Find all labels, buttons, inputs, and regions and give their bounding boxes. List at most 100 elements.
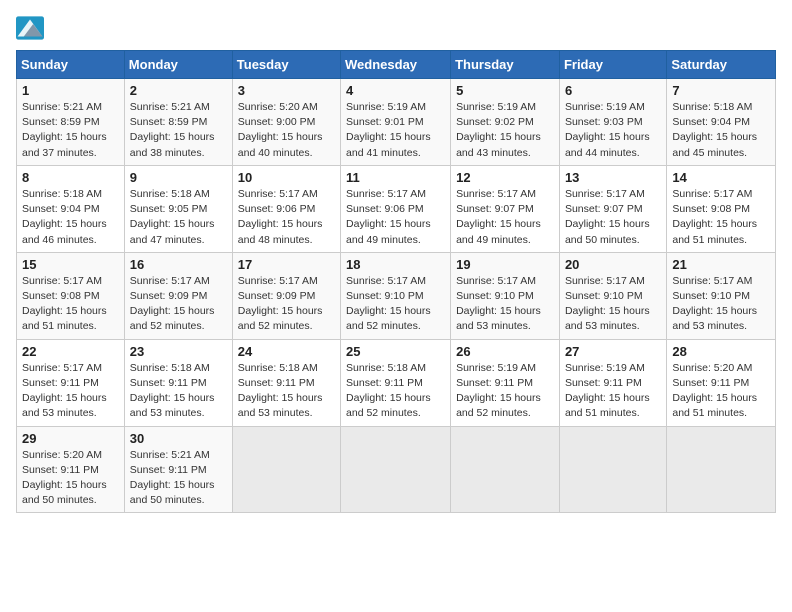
day-detail: Sunrise: 5:17 AMSunset: 9:07 PMDaylight:… xyxy=(456,188,541,246)
calendar-cell: 10 Sunrise: 5:17 AMSunset: 9:06 PMDaylig… xyxy=(232,165,340,252)
day-detail: Sunrise: 5:21 AMSunset: 9:11 PMDaylight:… xyxy=(130,449,215,507)
day-detail: Sunrise: 5:17 AMSunset: 9:06 PMDaylight:… xyxy=(346,188,431,246)
day-detail: Sunrise: 5:17 AMSunset: 9:08 PMDaylight:… xyxy=(672,188,757,246)
day-detail: Sunrise: 5:19 AMSunset: 9:01 PMDaylight:… xyxy=(346,101,431,159)
day-detail: Sunrise: 5:18 AMSunset: 9:04 PMDaylight:… xyxy=(22,188,107,246)
calendar-cell: 29 Sunrise: 5:20 AMSunset: 9:11 PMDaylig… xyxy=(17,426,125,513)
day-number: 10 xyxy=(238,170,335,185)
day-number: 25 xyxy=(346,344,445,359)
day-detail: Sunrise: 5:19 AMSunset: 9:11 PMDaylight:… xyxy=(456,362,541,420)
day-number: 21 xyxy=(672,257,770,272)
calendar-cell: 3 Sunrise: 5:20 AMSunset: 9:00 PMDayligh… xyxy=(232,79,340,166)
day-number: 18 xyxy=(346,257,445,272)
day-detail: Sunrise: 5:17 AMSunset: 9:10 PMDaylight:… xyxy=(565,275,650,333)
weekday-header-wednesday: Wednesday xyxy=(341,51,451,79)
day-detail: Sunrise: 5:19 AMSunset: 9:11 PMDaylight:… xyxy=(565,362,650,420)
weekday-header-thursday: Thursday xyxy=(451,51,560,79)
weekday-header-sunday: Sunday xyxy=(17,51,125,79)
logo-icon xyxy=(16,16,44,40)
day-number: 9 xyxy=(130,170,227,185)
calendar-cell: 25 Sunrise: 5:18 AMSunset: 9:11 PMDaylig… xyxy=(341,339,451,426)
calendar-cell: 20 Sunrise: 5:17 AMSunset: 9:10 PMDaylig… xyxy=(559,252,666,339)
day-number: 12 xyxy=(456,170,554,185)
day-detail: Sunrise: 5:18 AMSunset: 9:11 PMDaylight:… xyxy=(130,362,215,420)
calendar-cell: 30 Sunrise: 5:21 AMSunset: 9:11 PMDaylig… xyxy=(124,426,232,513)
day-detail: Sunrise: 5:18 AMSunset: 9:11 PMDaylight:… xyxy=(346,362,431,420)
day-number: 13 xyxy=(565,170,661,185)
calendar-cell xyxy=(451,426,560,513)
weekday-header-saturday: Saturday xyxy=(667,51,776,79)
day-detail: Sunrise: 5:17 AMSunset: 9:09 PMDaylight:… xyxy=(130,275,215,333)
day-number: 24 xyxy=(238,344,335,359)
day-number: 16 xyxy=(130,257,227,272)
calendar-cell: 12 Sunrise: 5:17 AMSunset: 9:07 PMDaylig… xyxy=(451,165,560,252)
day-detail: Sunrise: 5:19 AMSunset: 9:03 PMDaylight:… xyxy=(565,101,650,159)
day-number: 28 xyxy=(672,344,770,359)
calendar-cell: 4 Sunrise: 5:19 AMSunset: 9:01 PMDayligh… xyxy=(341,79,451,166)
day-detail: Sunrise: 5:17 AMSunset: 9:10 PMDaylight:… xyxy=(456,275,541,333)
calendar-cell: 17 Sunrise: 5:17 AMSunset: 9:09 PMDaylig… xyxy=(232,252,340,339)
day-detail: Sunrise: 5:21 AMSunset: 8:59 PMDaylight:… xyxy=(130,101,215,159)
calendar-week-row: 15 Sunrise: 5:17 AMSunset: 9:08 PMDaylig… xyxy=(17,252,776,339)
day-detail: Sunrise: 5:18 AMSunset: 9:11 PMDaylight:… xyxy=(238,362,323,420)
day-number: 20 xyxy=(565,257,661,272)
page-header xyxy=(16,16,776,40)
calendar-cell: 19 Sunrise: 5:17 AMSunset: 9:10 PMDaylig… xyxy=(451,252,560,339)
day-number: 14 xyxy=(672,170,770,185)
calendar-cell xyxy=(232,426,340,513)
day-number: 3 xyxy=(238,83,335,98)
day-number: 11 xyxy=(346,170,445,185)
calendar-cell: 27 Sunrise: 5:19 AMSunset: 9:11 PMDaylig… xyxy=(559,339,666,426)
day-detail: Sunrise: 5:17 AMSunset: 9:07 PMDaylight:… xyxy=(565,188,650,246)
day-detail: Sunrise: 5:17 AMSunset: 9:06 PMDaylight:… xyxy=(238,188,323,246)
calendar-cell: 18 Sunrise: 5:17 AMSunset: 9:10 PMDaylig… xyxy=(341,252,451,339)
calendar-week-row: 29 Sunrise: 5:20 AMSunset: 9:11 PMDaylig… xyxy=(17,426,776,513)
calendar-cell: 28 Sunrise: 5:20 AMSunset: 9:11 PMDaylig… xyxy=(667,339,776,426)
calendar-cell: 11 Sunrise: 5:17 AMSunset: 9:06 PMDaylig… xyxy=(341,165,451,252)
day-number: 19 xyxy=(456,257,554,272)
day-number: 7 xyxy=(672,83,770,98)
day-detail: Sunrise: 5:17 AMSunset: 9:11 PMDaylight:… xyxy=(22,362,107,420)
day-number: 22 xyxy=(22,344,119,359)
calendar-cell: 24 Sunrise: 5:18 AMSunset: 9:11 PMDaylig… xyxy=(232,339,340,426)
calendar-cell: 6 Sunrise: 5:19 AMSunset: 9:03 PMDayligh… xyxy=(559,79,666,166)
weekday-header-friday: Friday xyxy=(559,51,666,79)
calendar-cell: 21 Sunrise: 5:17 AMSunset: 9:10 PMDaylig… xyxy=(667,252,776,339)
day-number: 23 xyxy=(130,344,227,359)
calendar-cell: 13 Sunrise: 5:17 AMSunset: 9:07 PMDaylig… xyxy=(559,165,666,252)
calendar-cell xyxy=(341,426,451,513)
day-detail: Sunrise: 5:20 AMSunset: 9:11 PMDaylight:… xyxy=(672,362,757,420)
day-number: 15 xyxy=(22,257,119,272)
day-number: 29 xyxy=(22,431,119,446)
weekday-header-row: SundayMondayTuesdayWednesdayThursdayFrid… xyxy=(17,51,776,79)
day-detail: Sunrise: 5:18 AMSunset: 9:04 PMDaylight:… xyxy=(672,101,757,159)
calendar-cell: 2 Sunrise: 5:21 AMSunset: 8:59 PMDayligh… xyxy=(124,79,232,166)
calendar-cell: 22 Sunrise: 5:17 AMSunset: 9:11 PMDaylig… xyxy=(17,339,125,426)
calendar-week-row: 8 Sunrise: 5:18 AMSunset: 9:04 PMDayligh… xyxy=(17,165,776,252)
calendar-cell: 8 Sunrise: 5:18 AMSunset: 9:04 PMDayligh… xyxy=(17,165,125,252)
day-number: 5 xyxy=(456,83,554,98)
calendar-cell xyxy=(667,426,776,513)
day-detail: Sunrise: 5:17 AMSunset: 9:10 PMDaylight:… xyxy=(672,275,757,333)
calendar-cell: 1 Sunrise: 5:21 AMSunset: 8:59 PMDayligh… xyxy=(17,79,125,166)
calendar-cell: 26 Sunrise: 5:19 AMSunset: 9:11 PMDaylig… xyxy=(451,339,560,426)
day-number: 27 xyxy=(565,344,661,359)
day-detail: Sunrise: 5:17 AMSunset: 9:10 PMDaylight:… xyxy=(346,275,431,333)
day-detail: Sunrise: 5:17 AMSunset: 9:09 PMDaylight:… xyxy=(238,275,323,333)
day-number: 17 xyxy=(238,257,335,272)
day-detail: Sunrise: 5:20 AMSunset: 9:00 PMDaylight:… xyxy=(238,101,323,159)
calendar-cell: 23 Sunrise: 5:18 AMSunset: 9:11 PMDaylig… xyxy=(124,339,232,426)
day-number: 1 xyxy=(22,83,119,98)
calendar-table: SundayMondayTuesdayWednesdayThursdayFrid… xyxy=(16,50,776,513)
day-number: 26 xyxy=(456,344,554,359)
day-detail: Sunrise: 5:21 AMSunset: 8:59 PMDaylight:… xyxy=(22,101,107,159)
calendar-cell: 7 Sunrise: 5:18 AMSunset: 9:04 PMDayligh… xyxy=(667,79,776,166)
day-number: 30 xyxy=(130,431,227,446)
weekday-header-monday: Monday xyxy=(124,51,232,79)
logo xyxy=(16,16,48,40)
calendar-cell: 5 Sunrise: 5:19 AMSunset: 9:02 PMDayligh… xyxy=(451,79,560,166)
day-detail: Sunrise: 5:20 AMSunset: 9:11 PMDaylight:… xyxy=(22,449,107,507)
calendar-cell: 9 Sunrise: 5:18 AMSunset: 9:05 PMDayligh… xyxy=(124,165,232,252)
calendar-cell: 16 Sunrise: 5:17 AMSunset: 9:09 PMDaylig… xyxy=(124,252,232,339)
calendar-week-row: 22 Sunrise: 5:17 AMSunset: 9:11 PMDaylig… xyxy=(17,339,776,426)
